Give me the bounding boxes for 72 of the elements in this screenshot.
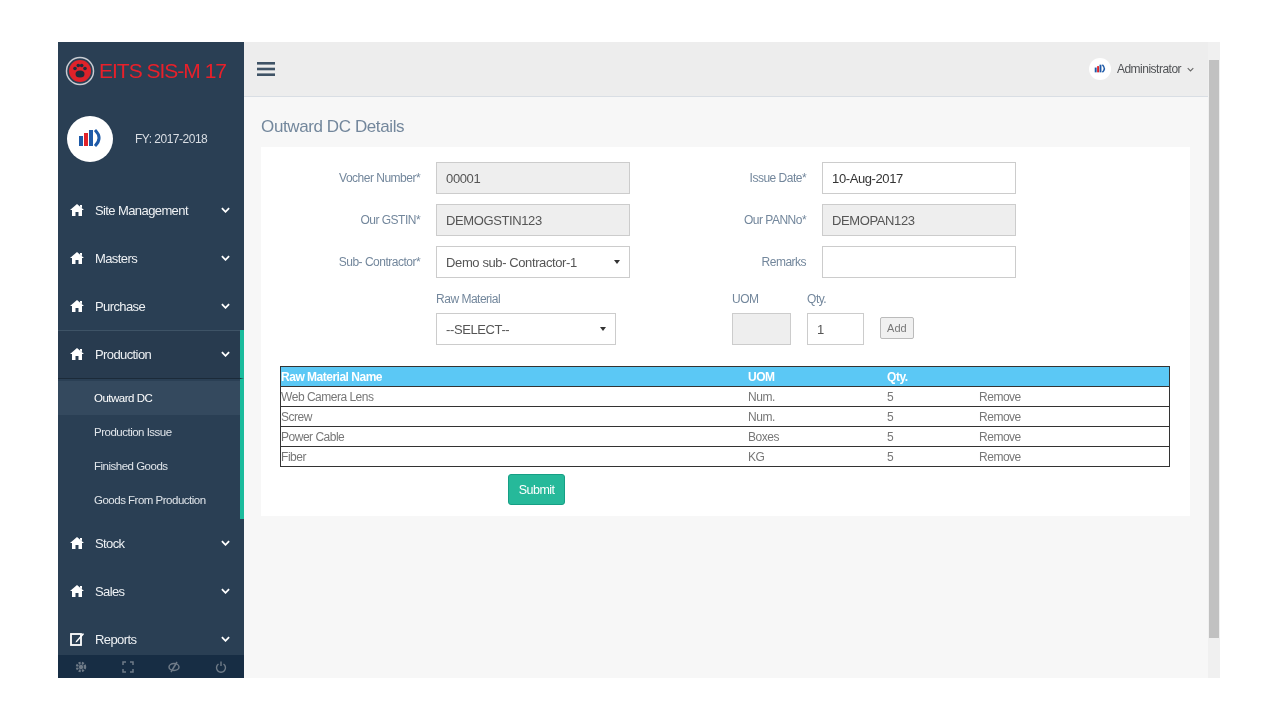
scrollbar[interactable]	[1208, 42, 1220, 678]
paw-logo-icon	[65, 56, 95, 86]
contractor-select[interactable]: Demo sub- Contractor-1	[436, 246, 631, 278]
raw-material-select[interactable]: --SELECT--	[436, 313, 617, 345]
input-field[interactable]: 10-Aug-2017	[822, 162, 1017, 194]
eye-slash-icon[interactable]	[168, 660, 181, 673]
column-header: Raw Material Name	[281, 369, 383, 384]
caret-icon	[1187, 66, 1195, 72]
remove-link[interactable]: Remove	[979, 429, 1170, 444]
chevron-down-icon	[221, 207, 231, 213]
field-label: Our PANNo*	[742, 213, 807, 227]
submenu-item[interactable]: Production Issue	[58, 415, 241, 449]
table-cell-text: 5	[887, 449, 895, 464]
menu-item[interactable]: Stock	[58, 519, 245, 567]
menu-item[interactable]: Sales	[58, 567, 245, 615]
table-cell-text: 5	[887, 409, 895, 424]
field-label: UOM	[732, 292, 760, 306]
menu-item[interactable]: Purchase	[58, 282, 245, 330]
table-cell-text: Screw	[281, 409, 314, 424]
table-cell-text: Boxes	[748, 429, 780, 444]
table-cell-text: KG	[748, 449, 766, 464]
user-menu[interactable]: Administrator	[1116, 62, 1182, 76]
table-cell-text: Fiber	[281, 449, 308, 464]
field-label: Raw Material	[436, 292, 502, 306]
table-cell-text: 5	[887, 429, 895, 444]
chevron-down-icon	[221, 303, 231, 309]
home-icon	[70, 252, 84, 264]
field-label: Vocher Number*	[338, 171, 421, 185]
remove-link[interactable]: Remove	[979, 389, 1170, 404]
home-icon	[70, 300, 84, 312]
field-label: Qty.	[807, 292, 828, 306]
company-logo-icon	[67, 116, 113, 162]
remove-link[interactable]: Remove	[979, 409, 1170, 424]
submenu-item[interactable]: Outward DC	[58, 381, 241, 415]
home-icon	[70, 348, 84, 360]
chevron-down-icon	[221, 636, 231, 642]
input-field[interactable]	[822, 246, 1017, 278]
field-label: Remarks	[760, 255, 807, 269]
submenu-item[interactable]: Goods From Production	[58, 483, 241, 517]
field-label: Our GSTIN*	[359, 213, 421, 227]
menu-item[interactable]: Masters	[58, 234, 245, 282]
power-icon[interactable]	[214, 660, 227, 673]
menu-item[interactable]: Production	[58, 330, 245, 379]
qty-field[interactable]: 1	[807, 313, 865, 345]
table-cell-text: Num.	[748, 389, 776, 404]
home-icon	[70, 204, 84, 216]
column-header: Qty.	[887, 369, 909, 384]
add-button[interactable]: Add	[880, 317, 914, 339]
table-cell-text: Web Camera Lens	[281, 389, 375, 404]
menu-icon[interactable]	[257, 61, 276, 77]
settings-icon[interactable]	[75, 660, 88, 673]
fullscreen-icon[interactable]	[121, 660, 134, 673]
chevron-down-icon	[221, 540, 231, 546]
avatar-icon	[1088, 58, 1111, 80]
chevron-down-icon	[221, 588, 231, 594]
chevron-down-icon	[221, 255, 231, 261]
menu-item[interactable]: Site Management	[58, 186, 245, 234]
page-title: Outward DC Details	[261, 117, 406, 137]
chevron-down-icon	[221, 351, 231, 357]
edit-icon	[70, 632, 84, 646]
submenu-item[interactable]: Finished Goods	[58, 449, 241, 483]
column-header: UOM	[748, 369, 776, 384]
field-label: Sub- Contractor*	[337, 255, 421, 269]
home-icon	[70, 537, 84, 549]
field-label: Issue Date*	[748, 171, 807, 185]
fiscal-year: FY: 2017-2018	[135, 132, 208, 146]
table-cell-text: Power Cable	[281, 429, 346, 444]
home-icon	[70, 585, 84, 597]
table-cell-text: 5	[887, 389, 895, 404]
menu-item[interactable]: Reports	[58, 615, 245, 655]
remove-link[interactable]: Remove	[979, 449, 1170, 464]
table-cell-text: Num.	[748, 409, 776, 424]
